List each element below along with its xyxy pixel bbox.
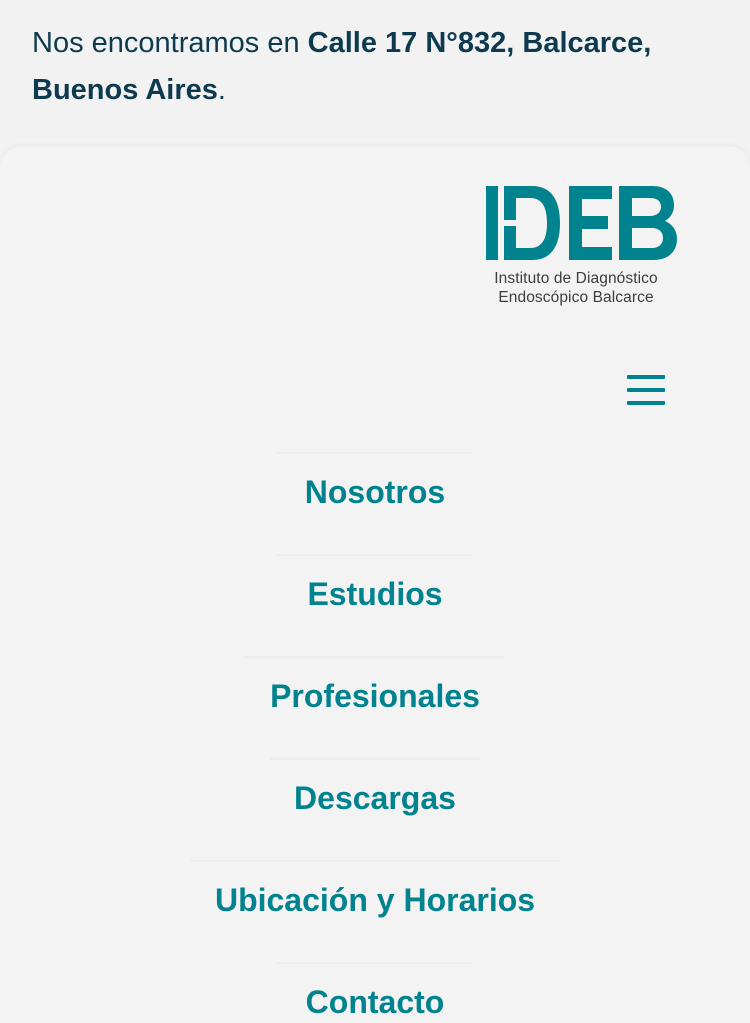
address-text: Nos encontramos en Calle 17 N°832, Balca… xyxy=(32,20,718,114)
nav-link-profesionales[interactable]: Profesionales xyxy=(0,676,750,716)
nav-divider xyxy=(245,656,505,658)
nav-link-descargas[interactable]: Descargas xyxy=(0,778,750,818)
logo-tagline-line1: Instituto de Diagnóstico xyxy=(494,270,658,287)
hamburger-bar-bottom xyxy=(627,401,665,405)
nav-link-estudios[interactable]: Estudios xyxy=(0,574,750,614)
nav-divider xyxy=(277,962,473,964)
nav-item-nosotros: Nosotros xyxy=(0,452,750,554)
nav-item-ubicacion-horarios: Ubicación y Horarios xyxy=(0,860,750,962)
ideb-wordmark-logo xyxy=(486,186,677,260)
logo-tagline-line2: Endoscópico Balcarce xyxy=(498,289,654,306)
hamburger-menu-icon[interactable] xyxy=(618,365,674,415)
nav-item-profesionales: Profesionales xyxy=(0,656,750,758)
address-prefix: Nos encontramos en xyxy=(32,27,308,59)
address-suffix: . xyxy=(217,74,226,106)
hamburger-bar-middle xyxy=(627,388,665,392)
nav-divider xyxy=(190,860,560,862)
nav-item-estudios: Estudios xyxy=(0,554,750,656)
nav-divider xyxy=(277,554,473,556)
page: Nos encontramos en Calle 17 N°832, Balca… xyxy=(0,0,750,1023)
nav-divider xyxy=(270,758,480,760)
main-navigation: Nosotros Estudios Profesionales Descarga… xyxy=(0,452,750,1023)
nav-item-descargas: Descargas xyxy=(0,758,750,860)
nav-link-contacto[interactable]: Contacto xyxy=(0,982,750,1022)
site-logo[interactable]: Instituto de Diagnóstico Endoscópico Bal… xyxy=(482,183,682,311)
address-bar: Nos encontramos en Calle 17 N°832, Balca… xyxy=(0,0,750,140)
nav-divider xyxy=(277,452,473,454)
hamburger-bar-top xyxy=(627,375,665,379)
nav-item-contacto: Contacto xyxy=(0,962,750,1023)
nav-link-ubicacion-horarios[interactable]: Ubicación y Horarios xyxy=(0,880,750,920)
nav-link-nosotros[interactable]: Nosotros xyxy=(0,472,750,512)
